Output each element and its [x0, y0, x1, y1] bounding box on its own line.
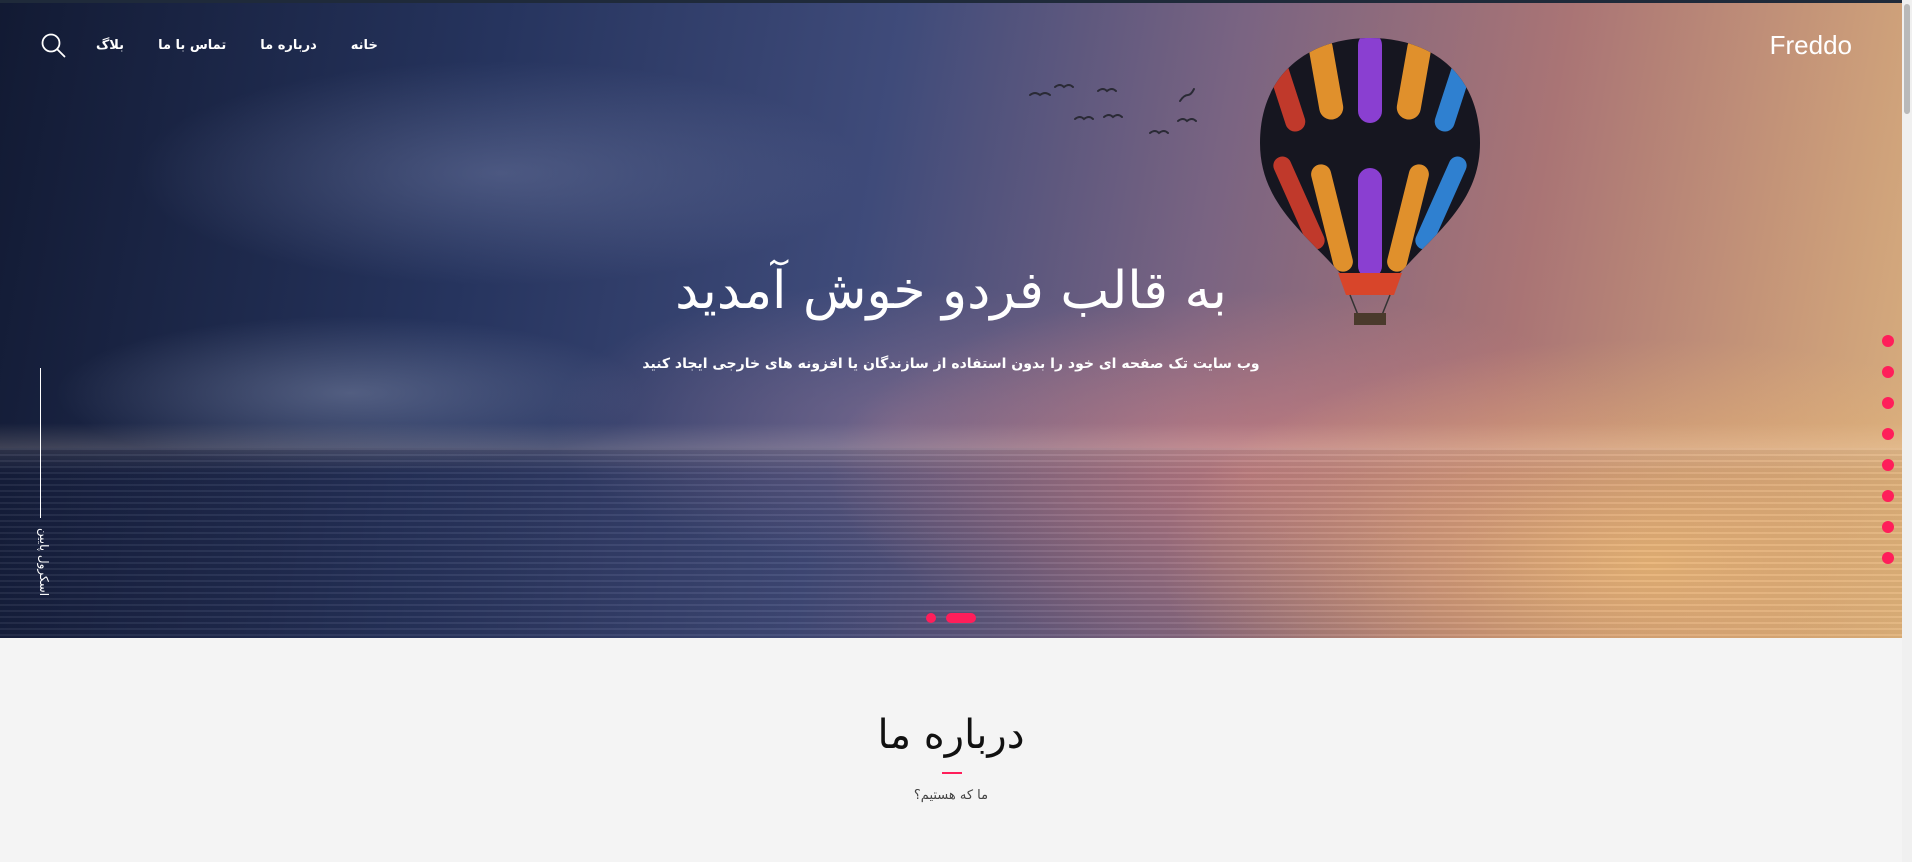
main-navigation: بلاگ تماس با ما درباره ما خانه — [40, 25, 378, 65]
section-nav-dot[interactable] — [1882, 397, 1894, 409]
section-nav-dot[interactable] — [1882, 335, 1894, 347]
brand-logo[interactable]: Freddo — [1770, 25, 1852, 65]
hero-title: به قالب فردو خوش آمدید — [675, 261, 1227, 321]
nav-link-home[interactable]: خانه — [351, 38, 378, 53]
section-nav-dot[interactable] — [1882, 490, 1894, 502]
scrollbar-thumb[interactable] — [1904, 4, 1910, 114]
nav-menu: بلاگ تماس با ما درباره ما خانه — [96, 38, 378, 53]
slider-dot[interactable] — [926, 613, 936, 623]
about-section-subtitle: ما که هستیم؟ — [913, 788, 989, 803]
section-nav-dots — [1882, 335, 1894, 564]
slider-dot-active[interactable] — [946, 613, 976, 623]
slider-pagination — [926, 613, 976, 623]
nav-link-contact[interactable]: تماس با ما — [158, 38, 226, 53]
nav-link-blog[interactable]: بلاگ — [96, 38, 124, 53]
search-icon[interactable] — [40, 32, 66, 58]
section-nav-dot[interactable] — [1882, 366, 1894, 378]
section-nav-dot[interactable] — [1882, 459, 1894, 471]
section-nav-dot[interactable] — [1882, 521, 1894, 533]
hero-section: بلاگ تماس با ما درباره ما خانه Freddo به… — [0, 3, 1902, 638]
page-scrollbar[interactable] — [1902, 0, 1912, 862]
scroll-indicator-line — [40, 368, 41, 518]
nav-link-about[interactable]: درباره ما — [260, 38, 317, 53]
about-title-underline — [942, 772, 962, 774]
birds-illustration — [1029, 84, 1197, 135]
section-nav-dot[interactable] — [1882, 552, 1894, 564]
about-section-title: درباره ما — [877, 712, 1025, 758]
section-nav-dot[interactable] — [1882, 428, 1894, 440]
scroll-down-label[interactable]: اسکرول پایین — [37, 528, 51, 596]
sea-reflection — [0, 448, 1902, 638]
hero-subtitle: وب سایت تک صفحه ای خود را بدون استفاده ا… — [642, 356, 1260, 372]
